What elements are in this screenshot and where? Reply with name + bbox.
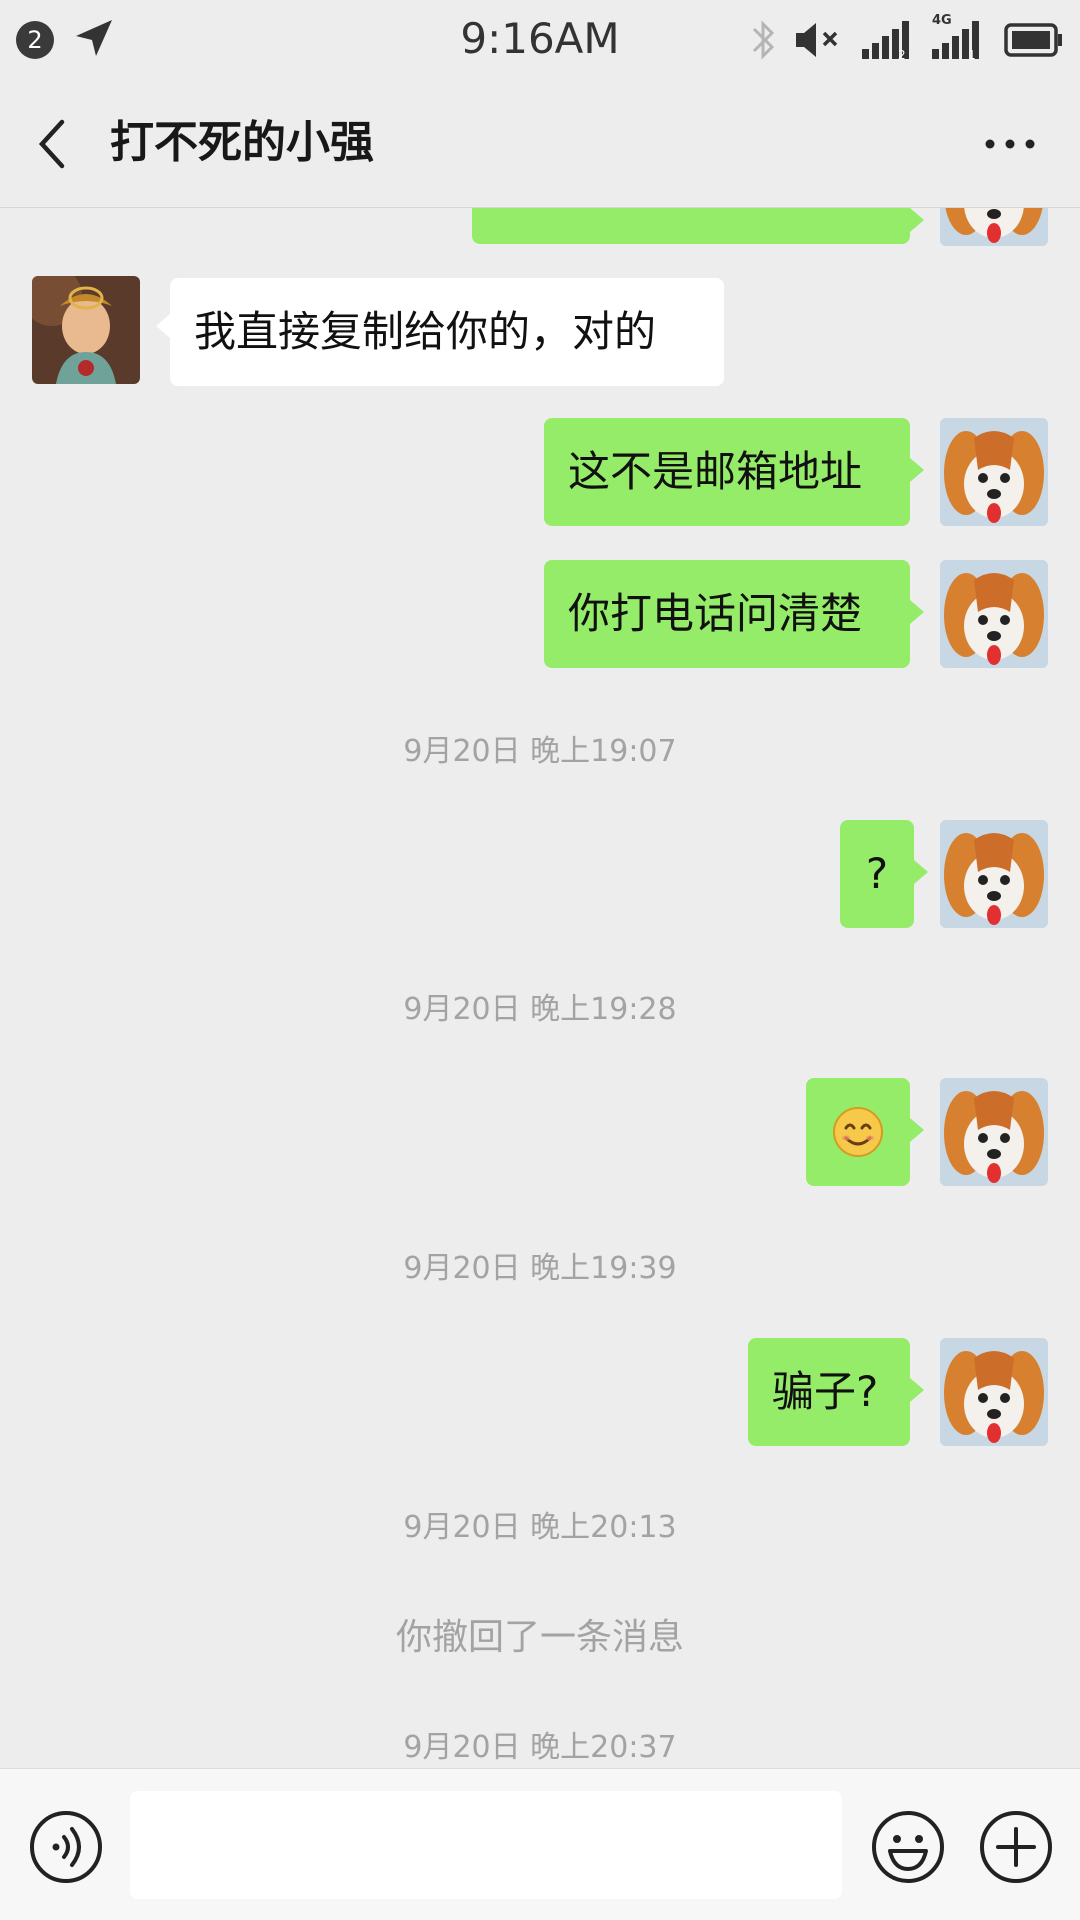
chat-header: 打不死的小强	[0, 80, 1080, 208]
message-bubble-me[interactable]: 你打电话问清楚	[544, 560, 924, 668]
my-avatar[interactable]	[940, 820, 1048, 928]
message-bubble-me[interactable]: 骗子?	[748, 1338, 924, 1446]
smile-emoji-icon	[833, 1107, 883, 1157]
mute-icon	[796, 23, 838, 57]
my-avatar[interactable]	[940, 418, 1048, 526]
plus-icon[interactable]	[978, 1809, 1054, 1885]
my-avatar[interactable]	[940, 1078, 1048, 1186]
chat-message-list[interactable]: 我直接复制给你的，对的 这不是邮箱地址 你打电话问清楚 9月20日 晚上19:0…	[0, 208, 1080, 1768]
message-timestamp: 9月20日 晚上20:13	[403, 1510, 677, 1545]
message-timestamp: 9月20日 晚上19:28	[403, 992, 677, 1027]
message-bubble-me[interactable]: ?	[840, 820, 928, 928]
emoji-face-icon[interactable]	[870, 1809, 946, 1885]
contact-avatar[interactable]	[32, 276, 140, 384]
chevron-left-icon[interactable]	[30, 116, 78, 172]
my-avatar[interactable]	[940, 560, 1048, 668]
message-bubble-other[interactable]: 我直接复制给你的，对的	[156, 278, 724, 386]
message-timestamp: 9月20日 晚上20:37	[403, 1730, 677, 1765]
message-timestamp: 9月20日 晚上19:07	[403, 734, 677, 769]
signal-icon: 2	[862, 21, 909, 61]
message-input[interactable]	[130, 1791, 842, 1899]
svg-text:1: 1	[968, 48, 976, 62]
bluetooth-icon	[752, 20, 775, 60]
network-type-label: 4G	[932, 13, 952, 28]
page-title: 打不死的小强	[110, 117, 374, 168]
message-timestamp: 9月20日 晚上19:39	[403, 1251, 677, 1286]
my-avatar[interactable]	[940, 208, 1048, 246]
chat-input-bar	[0, 1768, 1080, 1920]
svg-text:2: 2	[898, 48, 906, 61]
recalled-message-notice: 你撤回了一条消息	[395, 1617, 684, 1658]
voice-icon[interactable]	[28, 1809, 104, 1885]
battery-icon	[1004, 23, 1062, 57]
message-bubble-me[interactable]	[806, 1078, 924, 1186]
more-dots-icon[interactable]	[980, 126, 1040, 162]
message-bubble-me[interactable]	[472, 208, 924, 244]
my-avatar[interactable]	[940, 1338, 1048, 1446]
message-bubble-me[interactable]: 这不是邮箱地址	[544, 418, 924, 526]
signal-4g-icon: 1 4G	[930, 13, 990, 63]
status-bar: 2 9:16AM 2 1 4G	[0, 0, 1080, 80]
